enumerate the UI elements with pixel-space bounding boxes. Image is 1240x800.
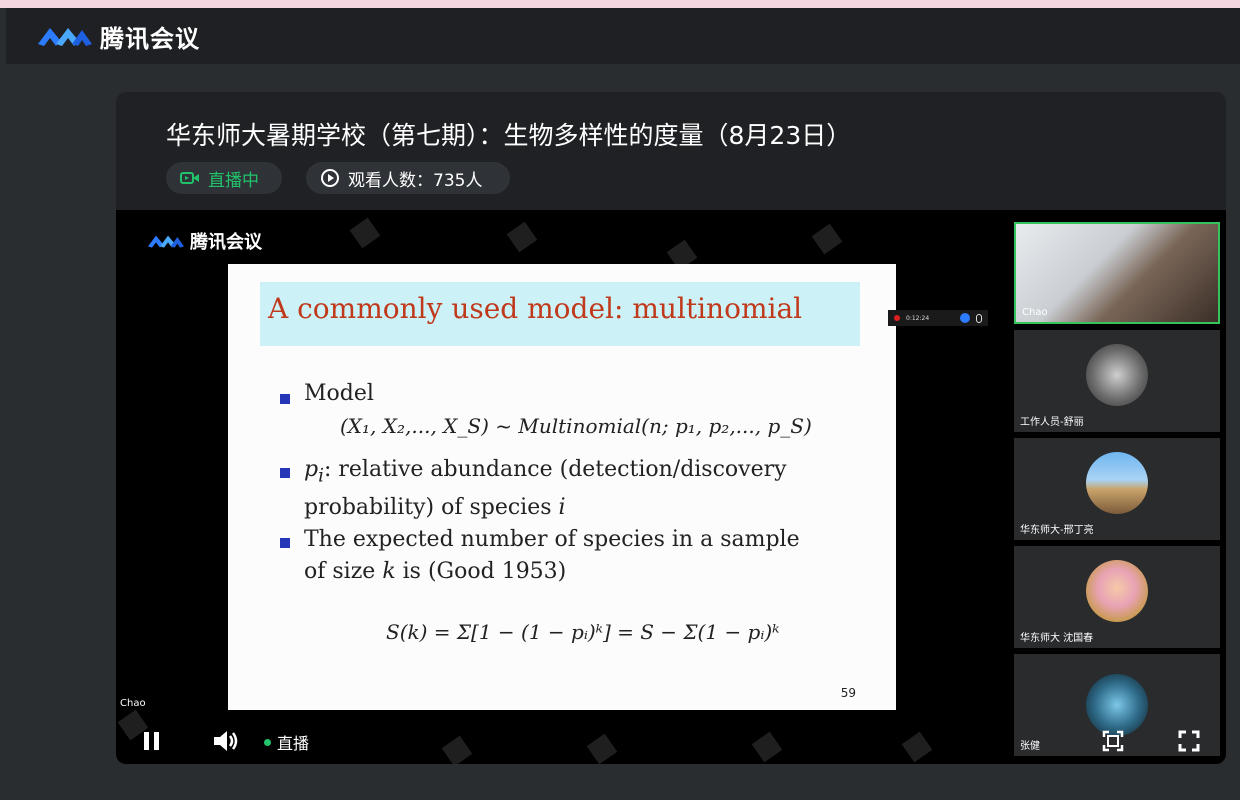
- player-controls: 直播: [116, 722, 1226, 762]
- app-logo: 腾讯会议: [36, 19, 200, 54]
- participant-name: 华东师大-邢丁亮: [1020, 525, 1094, 536]
- watermark-mark: [506, 221, 538, 253]
- viewer-count-badge: 观看人数：735人: [306, 162, 510, 194]
- slide-bullet-text: The expected number of species in a samp…: [304, 524, 800, 588]
- volume-icon[interactable]: [212, 728, 240, 754]
- fullscreen-icon[interactable]: [1178, 730, 1200, 752]
- live-indicator-text: 直播: [277, 734, 310, 753]
- participant-tile[interactable]: 华东师大-邢丁亮: [1014, 438, 1220, 540]
- play-circle-icon: [321, 169, 339, 187]
- watermark-mark: [811, 223, 843, 255]
- slide-bullet-text: Model: [304, 381, 374, 406]
- participant-name: 工作人员-舒丽: [1020, 417, 1084, 428]
- slide-bullet-line: is (Good 1953): [395, 559, 567, 584]
- viewer-count-text: 观看人数：735人: [348, 170, 483, 191]
- participant-tile[interactable]: Chao: [1014, 222, 1220, 324]
- slide-bullet-var: p: [304, 457, 319, 482]
- top-bar: 腾讯会议: [6, 8, 1240, 64]
- recording-dot-icon: [894, 315, 900, 321]
- video-logo-text: 腾讯会议: [190, 232, 262, 253]
- video-player[interactable]: 腾讯会议 A commonly used model: multinomial …: [116, 210, 1226, 764]
- live-status-badge: 直播中: [166, 162, 282, 194]
- video-camera-icon: [180, 172, 199, 184]
- participant-name: 华东师大 沈国春: [1020, 633, 1094, 644]
- active-speaker-name: Chao: [120, 698, 146, 709]
- slide-bullet-var: i: [558, 495, 566, 521]
- slide-bullet: [280, 468, 290, 478]
- slide-bullet-line: probability) of species: [304, 495, 559, 521]
- participant-name: Chao: [1022, 307, 1048, 318]
- pause-icon[interactable]: [142, 730, 162, 752]
- multinomial-formula: (X₁, X₂,..., X_S) ~ Multinomial(n; p₁, p…: [340, 414, 812, 438]
- expected-species-formula: S(k) = Σ[1 − (1 − pᵢ)ᵏ] = S − Σ(1 − pᵢ)ᵏ: [386, 620, 780, 644]
- slide-bullet: [280, 394, 290, 404]
- microphone-icon[interactable]: [976, 313, 982, 323]
- app-name: 腾讯会议: [100, 24, 200, 53]
- live-status-text: 直播中: [208, 170, 259, 191]
- slide-page-number: 59: [840, 686, 856, 700]
- share-icon[interactable]: [960, 313, 970, 323]
- avatar: [1086, 452, 1148, 514]
- recording-bar: 0:12:24: [888, 310, 988, 326]
- tencent-meeting-logo-icon: [148, 235, 184, 248]
- slide-bullet-line: of size: [304, 559, 383, 584]
- slide-bullet-text: p i : relative abundance (detection/discov…: [304, 454, 787, 524]
- tencent-meeting-logo-icon: [38, 28, 92, 46]
- slide-bullet-line: The expected number of species in a samp…: [304, 527, 800, 552]
- slide-bullet-var: k: [382, 559, 396, 584]
- live-dot-icon: [264, 738, 271, 746]
- watermark-mark: [349, 217, 381, 249]
- slide-heading: A commonly used model: multinomial: [260, 282, 860, 346]
- video-watermark-logo: 腾讯会议: [146, 228, 262, 254]
- slide-bullet: [280, 538, 290, 548]
- slide-bullet-line: : relative abundance (detection/discover…: [323, 457, 787, 482]
- recording-time: 0:12:24: [906, 314, 930, 322]
- participant-tile[interactable]: 工作人员-舒丽: [1014, 330, 1220, 432]
- window-top-strip: [0, 0, 1240, 8]
- avatar: [1086, 344, 1148, 406]
- live-indicator: 直播: [264, 730, 309, 754]
- picture-in-picture-icon[interactable]: [1102, 730, 1124, 752]
- meeting-card: 华东师大暑期学校（第七期）：生物多样性的度量（8月23日） 直播中 观看人数：7…: [116, 92, 1226, 764]
- meeting-title: 华东师大暑期学校（第七期）：生物多样性的度量（8月23日）: [166, 121, 852, 150]
- participant-tile[interactable]: 华东师大 沈国春: [1014, 546, 1220, 648]
- shared-slide: A commonly used model: multinomial Model…: [228, 264, 896, 710]
- avatar: [1086, 560, 1148, 622]
